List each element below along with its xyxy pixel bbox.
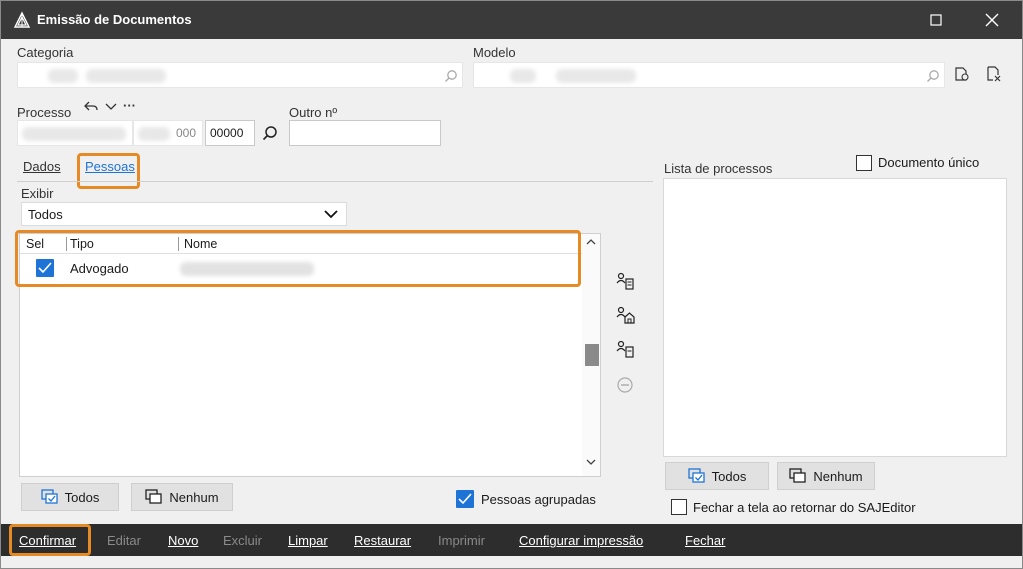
chevron-down-icon bbox=[105, 103, 117, 110]
editar-button[interactable]: Editar bbox=[107, 533, 141, 548]
modelo-name-redacted bbox=[556, 69, 636, 83]
select-all-icon bbox=[687, 468, 705, 483]
processo-label: Processo bbox=[17, 105, 72, 120]
categoria-name-redacted bbox=[86, 69, 166, 83]
chevron-down-icon bbox=[324, 207, 338, 222]
processo-back-button[interactable] bbox=[83, 98, 99, 114]
processo-search-button[interactable] bbox=[259, 122, 281, 144]
restaurar-button[interactable]: Restaurar bbox=[354, 533, 411, 548]
select-none-label: Nenhum bbox=[169, 489, 219, 505]
add-person-icon bbox=[616, 272, 634, 290]
app-icon bbox=[13, 11, 31, 28]
processo-number-field[interactable] bbox=[17, 120, 133, 146]
model-options-button[interactable] bbox=[983, 63, 1005, 85]
fechar-button[interactable]: Fechar bbox=[685, 533, 725, 548]
novo-button[interactable]: Novo bbox=[168, 533, 198, 548]
grid-scrollbar[interactable] bbox=[582, 234, 600, 476]
processo-history-dropdown[interactable] bbox=[103, 98, 119, 114]
imprimir-button[interactable]: Imprimir bbox=[438, 533, 485, 548]
fechar-tela-label[interactable]: Fechar a tela ao retornar do SAJEditor bbox=[693, 500, 916, 515]
scroll-down-icon[interactable] bbox=[586, 458, 596, 466]
configurar-impressao-button[interactable]: Configurar impressão bbox=[519, 533, 643, 548]
search-icon bbox=[445, 70, 457, 82]
close-button[interactable] bbox=[969, 1, 1015, 39]
pessoas-agrupadas-checkbox[interactable] bbox=[456, 490, 474, 508]
window-title: Emissão de Documentos bbox=[37, 12, 192, 27]
documento-unico-checkbox[interactable] bbox=[856, 155, 872, 171]
modelo-code-redacted bbox=[510, 69, 536, 83]
window: Emissão de Documentos Categoria Modelo P… bbox=[0, 0, 1023, 569]
grid-row-highlight bbox=[15, 230, 581, 287]
categoria-search-button[interactable] bbox=[442, 67, 460, 85]
title-bar: Emissão de Documentos bbox=[1, 1, 1022, 39]
check-icon bbox=[458, 493, 472, 505]
remove-person-button bbox=[613, 373, 637, 397]
remove-icon bbox=[617, 377, 633, 393]
search-icon bbox=[927, 70, 939, 82]
exibir-select[interactable]: Todos bbox=[21, 202, 347, 226]
exibir-selected-value: Todos bbox=[28, 207, 63, 222]
processos-select-all-button[interactable]: Todos bbox=[665, 462, 769, 490]
edit-model-button[interactable] bbox=[951, 63, 973, 85]
pessoas-agrupadas-label[interactable]: Pessoas agrupadas bbox=[481, 492, 596, 507]
select-none-icon bbox=[145, 489, 163, 504]
documento-unico-label[interactable]: Documento único bbox=[878, 155, 979, 170]
fechar-tela-checkbox[interactable] bbox=[671, 499, 687, 515]
person-doc-icon bbox=[616, 340, 634, 358]
modelo-field[interactable] bbox=[473, 62, 945, 88]
close-icon bbox=[985, 13, 999, 27]
maximize-icon bbox=[930, 14, 942, 26]
processos-select-all-label: Todos bbox=[711, 468, 747, 484]
processo-number-redacted bbox=[22, 127, 126, 141]
processo-foro-field[interactable]: 00000 bbox=[205, 120, 255, 146]
lista-processos-label: Lista de processos bbox=[664, 161, 773, 176]
confirmar-highlight bbox=[9, 524, 91, 556]
processo-part3-text: 00000 bbox=[210, 126, 244, 140]
select-all-icon bbox=[40, 489, 58, 504]
processo-year-field[interactable]: 000 bbox=[133, 120, 203, 146]
person-document-button[interactable] bbox=[613, 337, 637, 361]
maximize-button[interactable] bbox=[913, 1, 959, 39]
reply-icon bbox=[84, 101, 98, 111]
select-all-label: Todos bbox=[64, 489, 100, 505]
edit-model-icon bbox=[955, 67, 969, 81]
tabs-divider bbox=[17, 181, 653, 182]
limpar-button[interactable]: Limpar bbox=[288, 533, 328, 548]
categoria-field[interactable] bbox=[17, 62, 463, 88]
modelo-label: Modelo bbox=[473, 45, 516, 60]
outro-numero-field[interactable] bbox=[289, 120, 441, 146]
add-address-button[interactable] bbox=[613, 303, 637, 327]
exibir-label: Exibir bbox=[21, 186, 54, 201]
processo-year-redacted bbox=[138, 127, 170, 141]
select-none-icon bbox=[789, 468, 807, 483]
add-person-button[interactable] bbox=[613, 269, 637, 293]
scroll-up-icon[interactable] bbox=[586, 238, 596, 246]
categoria-code-redacted bbox=[48, 69, 78, 83]
search-icon bbox=[262, 126, 277, 141]
select-none-button[interactable]: Nenhum bbox=[131, 483, 233, 511]
modelo-search-button[interactable] bbox=[924, 67, 942, 85]
scrollbar-thumb[interactable] bbox=[585, 344, 599, 366]
processo-part2-text: 000 bbox=[176, 126, 197, 140]
tab-dados[interactable]: Dados bbox=[23, 159, 61, 174]
outro-label: Outro nº bbox=[289, 105, 338, 120]
add-house-icon bbox=[616, 306, 635, 324]
tab-pessoas-highlight bbox=[77, 153, 140, 189]
processos-select-none-button[interactable]: Nenhum bbox=[777, 462, 875, 490]
lista-processos-list[interactable] bbox=[663, 178, 1007, 457]
document-settings-icon bbox=[987, 66, 1001, 82]
processos-select-none-label: Nenhum bbox=[813, 468, 863, 484]
processo-more-button[interactable]: ··· bbox=[123, 98, 136, 113]
action-bar: Confirmar Editar Novo Excluir Limpar Res… bbox=[1, 524, 1022, 556]
excluir-button[interactable]: Excluir bbox=[223, 533, 262, 548]
select-all-button[interactable]: Todos bbox=[21, 483, 119, 511]
categoria-label: Categoria bbox=[17, 45, 74, 60]
